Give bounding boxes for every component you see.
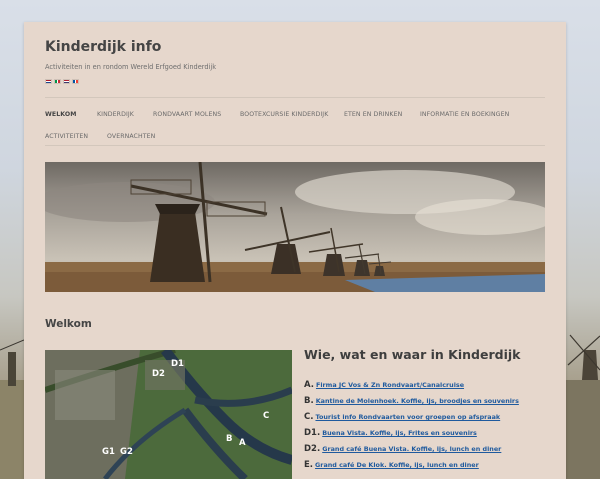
info-title: Wie, wat en waar in Kinderdijk	[304, 347, 521, 362]
page-heading: Welkom	[45, 318, 92, 330]
flag-nl-icon[interactable]	[45, 79, 52, 84]
map-label-g1: G1	[102, 447, 115, 457]
location-link-e[interactable]: Grand café De Klok. Koffie, ijs, lunch e…	[315, 461, 479, 469]
map-label-g2: G2	[120, 447, 133, 457]
nav-item-kinderdijk[interactable]: KINDERDIJK	[97, 111, 134, 118]
nav-item-welkom[interactable]: WELKOM	[45, 111, 77, 118]
language-flags	[45, 79, 79, 84]
site-title[interactable]: Kinderdijk info	[45, 39, 161, 55]
site-description: Activiteiten in en rondom Wereld Erfgoed…	[45, 63, 217, 71]
nav-item-bootexcursie[interactable]: BOOTEXCURSIE KINDERDIJK	[240, 111, 328, 118]
header-banner-image	[45, 162, 545, 292]
page-container: Kinderdijk info Activiteiten in en rondo…	[24, 22, 566, 479]
map-label-b: B	[226, 434, 232, 444]
list-item: A. Firma JC Vos & Zn Rondvaart/Canalcrui…	[304, 380, 559, 396]
location-list: A. Firma JC Vos & Zn Rondvaart/Canalcrui…	[304, 380, 559, 476]
location-link-d2[interactable]: Grand café Buena Vista. Koffie, ijs, lun…	[322, 445, 501, 453]
location-letter: B.	[304, 396, 314, 406]
map-label-d1: D1	[171, 359, 184, 369]
flag-us-icon[interactable]	[63, 79, 70, 84]
main-navigation: WELKOM KINDERDIJK RONDVAART MOLENS BOOTE…	[45, 97, 545, 146]
list-item: E. Grand café De Klok. Koffie, ijs, lunc…	[304, 460, 559, 476]
map-label-c: C	[263, 411, 269, 421]
list-item: D2. Grand café Buena Vista. Koffie, ijs,…	[304, 444, 559, 460]
location-letter: D1.	[304, 428, 321, 438]
location-link-b[interactable]: Kantine de Molenhoek. Koffie, ijs, brood…	[316, 397, 519, 405]
location-letter: E.	[304, 460, 314, 470]
background-windmill-right	[564, 334, 600, 479]
aerial-map-image[interactable]: D1 D2 C B A G1 G2	[45, 350, 292, 479]
list-item: B. Kantine de Molenhoek. Koffie, ijs, br…	[304, 396, 559, 412]
background-windmill-left	[0, 339, 24, 479]
nav-item-informatie[interactable]: INFORMATIE EN BOEKINGEN	[420, 111, 509, 118]
list-item: C. Tourist info Rondvaarten voor groepen…	[304, 412, 559, 428]
location-letter: A.	[304, 380, 314, 390]
nav-item-overnachten[interactable]: OVERNACHTEN	[107, 133, 155, 140]
location-link-d1[interactable]: Buena Vista. Koffie, ijs, Frites en souv…	[322, 429, 477, 437]
location-letter: C.	[304, 412, 314, 422]
nav-item-rondvaart-molens[interactable]: RONDVAART MOLENS	[153, 111, 221, 118]
list-item: D1. Buena Vista. Koffie, ijs, Frites en …	[304, 428, 559, 444]
map-label-d2: D2	[152, 369, 165, 379]
location-link-a[interactable]: Firma JC Vos & Zn Rondvaart/Canalcruise	[316, 381, 464, 389]
flag-it-icon[interactable]	[54, 79, 61, 84]
location-letter: D2.	[304, 444, 321, 454]
nav-item-activiteiten[interactable]: ACTIVITEITEN	[45, 133, 88, 140]
nav-item-eten-en-drinken[interactable]: ETEN EN DRINKEN	[344, 111, 402, 118]
location-link-c[interactable]: Tourist info Rondvaarten voor groepen op…	[315, 413, 500, 421]
map-label-a: A	[239, 438, 246, 448]
flag-fr-icon[interactable]	[72, 79, 79, 84]
